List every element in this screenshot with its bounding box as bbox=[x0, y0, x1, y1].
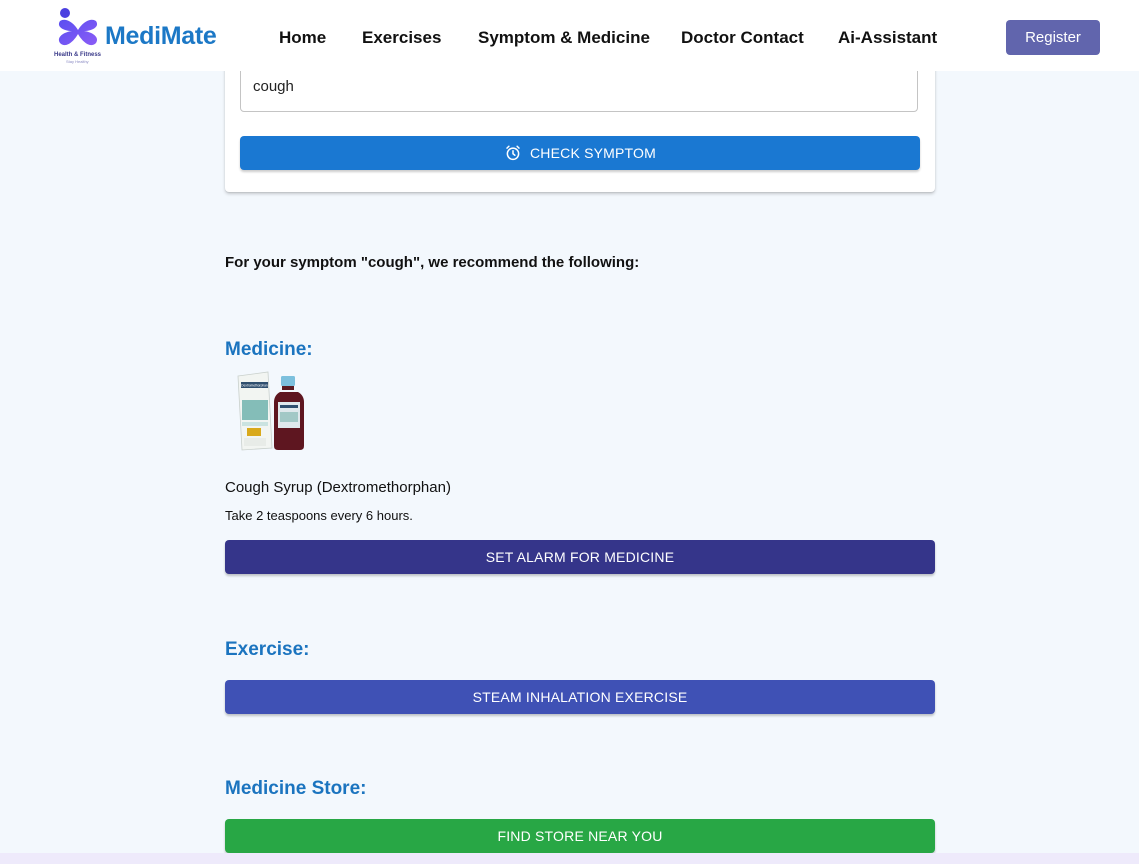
medicine-box-label: Dextromethorphan bbox=[241, 384, 268, 388]
alarm-clock-icon bbox=[506, 145, 520, 161]
check-symptom-button[interactable]: CHECK SYMPTOM bbox=[240, 136, 920, 170]
nav-link-symptom-medicine[interactable]: Symptom & Medicine bbox=[478, 28, 650, 48]
find-store-button[interactable]: FIND STORE NEAR YOU bbox=[225, 819, 935, 853]
medicine-name: Cough Syrup (Dextromethorphan) bbox=[225, 479, 451, 496]
nav-link-doctor-contact[interactable]: Doctor Contact bbox=[681, 28, 804, 48]
recommendation-intro: For your symptom "cough", we recommend t… bbox=[225, 254, 640, 271]
medicine-image: Dextromethorphan bbox=[237, 371, 304, 451]
symptom-input-value: cough bbox=[253, 77, 294, 95]
medicine-store-heading: Medicine Store: bbox=[225, 778, 367, 799]
medimate-logo-icon[interactable] bbox=[56, 7, 100, 53]
logo-tagline: Health & Fitness bbox=[54, 52, 102, 58]
footer-strip bbox=[0, 853, 1139, 864]
nav-link-home[interactable]: Home bbox=[279, 28, 326, 48]
steam-inhalation-exercise-button[interactable]: STEAM INHALATION EXERCISE bbox=[225, 680, 935, 714]
logo-subtagline: Stay Healthy bbox=[66, 59, 89, 64]
navbar: Health & Fitness Stay Healthy MediMate H… bbox=[0, 0, 1139, 71]
medicine-dosage: Take 2 teaspoons every 6 hours. bbox=[225, 508, 413, 523]
check-symptom-label: CHECK SYMPTOM bbox=[529, 145, 657, 161]
set-alarm-button[interactable]: SET ALARM FOR MEDICINE bbox=[225, 540, 935, 574]
brand-name[interactable]: MediMate bbox=[105, 22, 217, 51]
medicine-heading: Medicine: bbox=[225, 339, 313, 360]
nav-link-exercises[interactable]: Exercises bbox=[362, 28, 441, 48]
nav-link-ai-assistant[interactable]: Ai-Assistant bbox=[838, 28, 937, 48]
exercise-heading: Exercise: bbox=[225, 639, 310, 660]
register-button[interactable]: Register bbox=[1006, 20, 1100, 55]
